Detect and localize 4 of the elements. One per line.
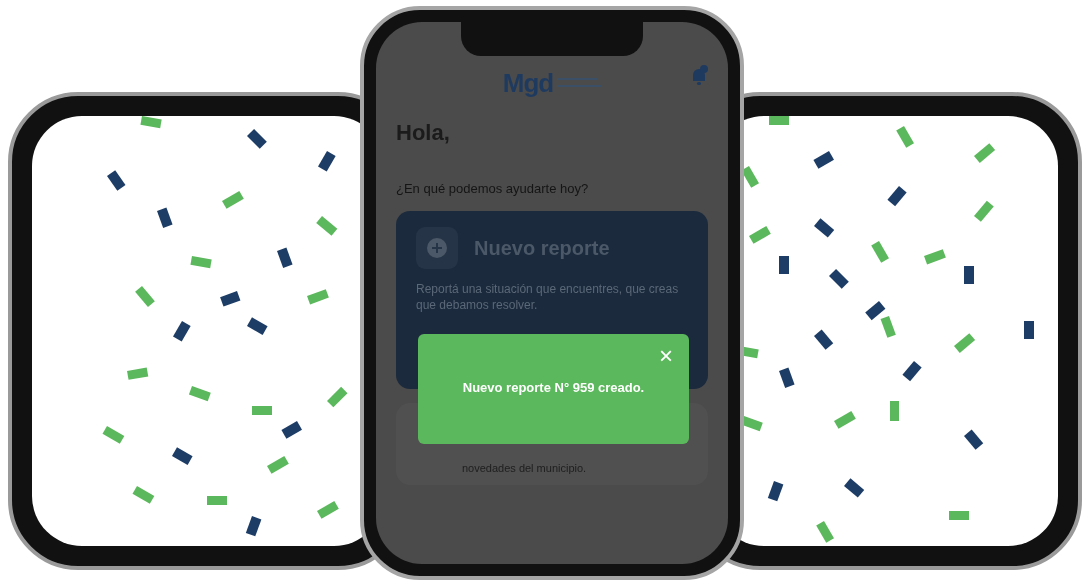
plus-icon — [426, 236, 448, 259]
card-description: Reportá una situación que encuentres, que creas que debamos resolver. — [416, 280, 680, 313]
close-button[interactable]: × — [655, 340, 677, 372]
bell-icon[interactable] — [690, 64, 708, 86]
